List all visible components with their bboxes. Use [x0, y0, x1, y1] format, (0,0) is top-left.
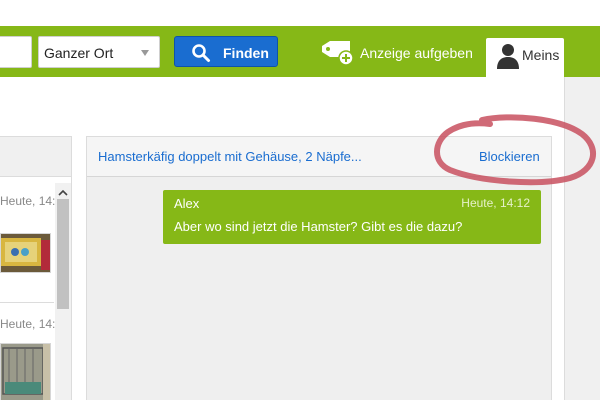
user-icon — [496, 42, 520, 73]
conversation-list-header — [0, 137, 71, 177]
conversation-time: Heute, 14:12 — [0, 317, 69, 331]
search-button-label: Finden — [223, 45, 269, 61]
search-button[interactable]: Finden — [174, 36, 278, 67]
location-select-value: Ganzer Ort — [44, 45, 114, 61]
list-divider — [0, 302, 54, 303]
message-text: Aber wo sind jetzt die Hamster? Gibt es … — [174, 219, 463, 234]
post-ad-label: Anzeige aufgeben — [360, 45, 473, 61]
account-tab[interactable]: Meins — [486, 38, 564, 77]
account-label: Meins — [522, 47, 560, 63]
page-gutter — [564, 77, 600, 400]
conversation-list: Heute, 14:13 Heute, 14:12 — [0, 136, 72, 400]
conversation-panel: Hamsterkäfig doppelt mit Gehäuse, 2 Näpf… — [86, 136, 552, 400]
message-bubble: Alex Heute, 14:12 Aber wo sind jetzt die… — [163, 190, 541, 244]
chevron-down-icon — [141, 50, 149, 56]
post-ad-button[interactable]: Anzeige aufgeben — [318, 36, 478, 68]
scrollbar-thumb[interactable] — [57, 199, 69, 309]
conversation-header: Hamsterkäfig doppelt mit Gehäuse, 2 Näpf… — [87, 137, 551, 177]
scroll-up-icon[interactable] — [58, 185, 68, 200]
message-sender: Alex — [174, 196, 200, 211]
location-select[interactable]: Ganzer Ort — [38, 36, 160, 68]
ad-thumbnail — [0, 233, 51, 273]
conversation-list-scrollbar[interactable] — [55, 183, 71, 400]
ad-thumbnail — [0, 343, 51, 400]
conversation-time: Heute, 14:13 — [0, 194, 69, 208]
add-ad-icon — [320, 40, 356, 69]
message-time: Heute, 14:12 — [461, 196, 530, 210]
ad-title-link[interactable]: Hamsterkäfig doppelt mit Gehäuse, 2 Näpf… — [98, 149, 362, 164]
block-user-link[interactable]: Blockieren — [479, 149, 540, 164]
search-input[interactable] — [0, 36, 32, 68]
search-icon — [191, 43, 211, 66]
